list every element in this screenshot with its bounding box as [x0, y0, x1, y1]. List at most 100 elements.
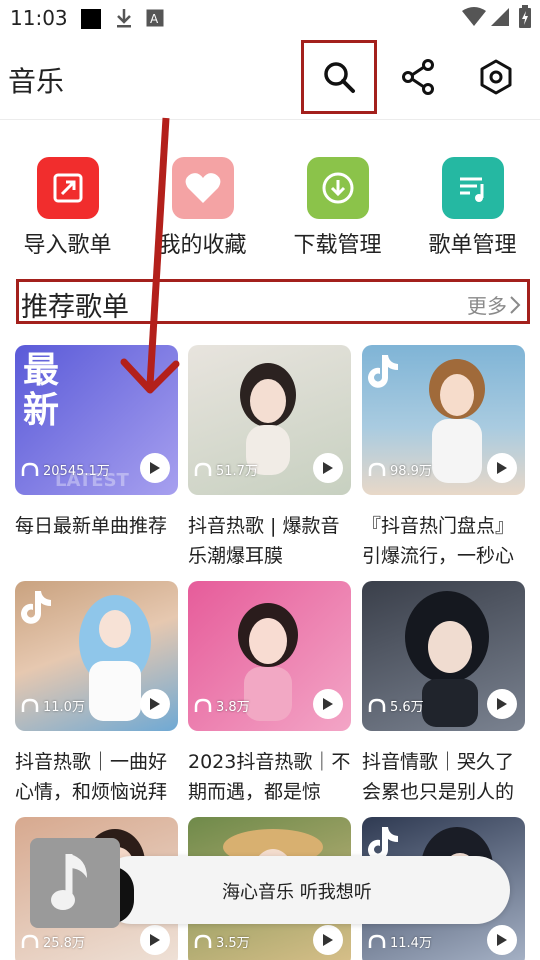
- search-button[interactable]: [301, 40, 377, 114]
- playlist-cover: 51.7万: [188, 345, 351, 495]
- music-note-icon: [51, 854, 87, 910]
- play-count: 11.4万: [368, 932, 432, 951]
- play-count-value: 3.8万: [216, 700, 250, 715]
- play-button[interactable]: [140, 689, 170, 719]
- more-label: 更多: [467, 294, 507, 318]
- mini-player-text: 海心音乐 听我想听: [222, 882, 372, 903]
- play-icon: [323, 934, 333, 946]
- playlist-title: 每日最新单曲推荐: [15, 515, 168, 537]
- play-count: 3.8万: [194, 696, 250, 715]
- playlist-cover: 11.0万: [15, 581, 178, 731]
- battery-charging-icon: [518, 5, 532, 33]
- play-icon: [497, 462, 507, 474]
- play-count-value: 20545.1万: [43, 464, 110, 479]
- recommended-section-header: 推荐歌单 更多: [16, 279, 530, 324]
- import-icon: [36, 157, 99, 219]
- quick-action-import-playlist[interactable]: 导入歌单: [0, 150, 135, 259]
- quick-actions: 导入歌单 我的收藏 下载管理 歌单管理: [0, 150, 540, 260]
- play-count: 3.5万: [194, 932, 250, 951]
- play-icon: [150, 462, 160, 474]
- settings-button[interactable]: [458, 40, 534, 114]
- quick-action-favorites[interactable]: 我的收藏: [135, 150, 270, 259]
- headphones-icon: [194, 934, 212, 948]
- settings-icon: [480, 59, 512, 95]
- play-icon: [150, 934, 160, 946]
- page-title: 音乐: [8, 65, 65, 98]
- play-button[interactable]: [313, 689, 343, 719]
- play-count: 5.6万: [368, 696, 424, 715]
- play-count-value: 11.0万: [43, 700, 85, 715]
- playlist-manage-icon: [441, 157, 504, 219]
- playlist-cover: 98.9万: [362, 345, 525, 495]
- headphones-icon: [21, 934, 39, 948]
- search-icon: [324, 62, 355, 93]
- headphones-icon: [368, 698, 386, 712]
- section-title: 推荐歌单: [21, 292, 129, 323]
- play-button[interactable]: [487, 689, 517, 719]
- quick-action-label: 导入歌单: [23, 233, 112, 258]
- heart-icon: [171, 157, 234, 219]
- play-count-value: 98.9万: [390, 464, 432, 479]
- headphones-icon: [21, 698, 39, 712]
- headphones-icon: [21, 462, 39, 476]
- quick-action-downloads[interactable]: 下载管理: [270, 150, 405, 259]
- chevron-right-icon: [510, 295, 521, 314]
- play-button[interactable]: [487, 453, 517, 483]
- black-square-icon: [80, 8, 102, 34]
- headphones-icon: [194, 698, 212, 712]
- playlist-card[interactable]: 11.0万 抖音热歌｜一曲好心情，和烦恼说拜: [15, 581, 178, 807]
- playlist-title: 抖音热歌 | 爆款音乐潮爆耳膜: [188, 515, 340, 567]
- play-button[interactable]: [140, 453, 170, 483]
- play-count: 20545.1万: [21, 460, 110, 479]
- play-icon: [323, 462, 333, 474]
- playlist-card[interactable]: 3.8万 2023抖音热歌｜不期而遇，都是惊: [188, 581, 351, 807]
- download-icon: [114, 7, 134, 33]
- play-icon: [497, 934, 507, 946]
- play-count-value: 51.7万: [216, 464, 258, 479]
- headphones-icon: [368, 462, 386, 476]
- quick-action-label: 我的收藏: [158, 233, 247, 258]
- wifi-icon: [462, 7, 486, 31]
- cover-title: 最新: [23, 350, 60, 431]
- mini-player[interactable]: 海心音乐 听我想听: [30, 838, 510, 934]
- playlist-cover: 3.8万: [188, 581, 351, 731]
- play-icon: [497, 698, 507, 710]
- signal-icon: [490, 7, 510, 31]
- quick-action-playlist-manage[interactable]: 歌单管理: [405, 150, 540, 259]
- play-count-value: 5.6万: [390, 700, 424, 715]
- play-count-value: 11.4万: [390, 936, 432, 951]
- status-bar: 11:03 A: [0, 0, 540, 36]
- album-art[interactable]: [30, 838, 120, 928]
- status-time: 11:03: [10, 6, 68, 30]
- headphones-icon: [368, 934, 386, 948]
- svg-text:A: A: [150, 12, 159, 26]
- playlist-card[interactable]: 最新 LATEST 20545.1万 每日最新单曲推荐: [15, 345, 178, 571]
- playlist-title: 『抖音热门盘点』引爆流行，一秒心: [362, 515, 515, 567]
- tiktok-logo-icon: [21, 591, 51, 624]
- play-count: 25.8万: [21, 932, 85, 951]
- font-a-icon: A: [146, 9, 164, 31]
- play-icon: [150, 698, 160, 710]
- play-button[interactable]: [313, 453, 343, 483]
- quick-action-label: 歌单管理: [428, 233, 517, 258]
- play-count: 51.7万: [194, 460, 258, 479]
- playlist-card[interactable]: 51.7万 抖音热歌 | 爆款音乐潮爆耳膜: [188, 345, 351, 571]
- play-icon: [323, 698, 333, 710]
- play-count-value: 25.8万: [43, 936, 85, 951]
- mini-player-bar[interactable]: 海心音乐 听我想听: [98, 856, 510, 924]
- playlist-card[interactable]: 5.6万 抖音情歌｜哭久了会累也只是别人的: [362, 581, 525, 807]
- share-button[interactable]: [380, 40, 456, 114]
- share-icon: [402, 59, 434, 95]
- quick-action-label: 下载管理: [293, 233, 382, 258]
- playlist-title: 抖音热歌｜一曲好心情，和烦恼说拜: [15, 751, 168, 803]
- playlist-title: 2023抖音热歌｜不期而遇，都是惊: [188, 751, 351, 803]
- tiktok-logo-icon: [368, 355, 398, 388]
- play-count-value: 3.5万: [216, 936, 250, 951]
- playlist-title: 抖音情歌｜哭久了会累也只是别人的: [362, 751, 515, 803]
- download-circle-icon: [306, 157, 369, 219]
- playlist-card[interactable]: 98.9万 『抖音热门盘点』引爆流行，一秒心: [362, 345, 525, 571]
- more-link[interactable]: 更多: [467, 290, 521, 319]
- app-header: 音乐: [0, 36, 540, 120]
- play-count: 98.9万: [368, 460, 432, 479]
- portrait-image: [240, 363, 296, 475]
